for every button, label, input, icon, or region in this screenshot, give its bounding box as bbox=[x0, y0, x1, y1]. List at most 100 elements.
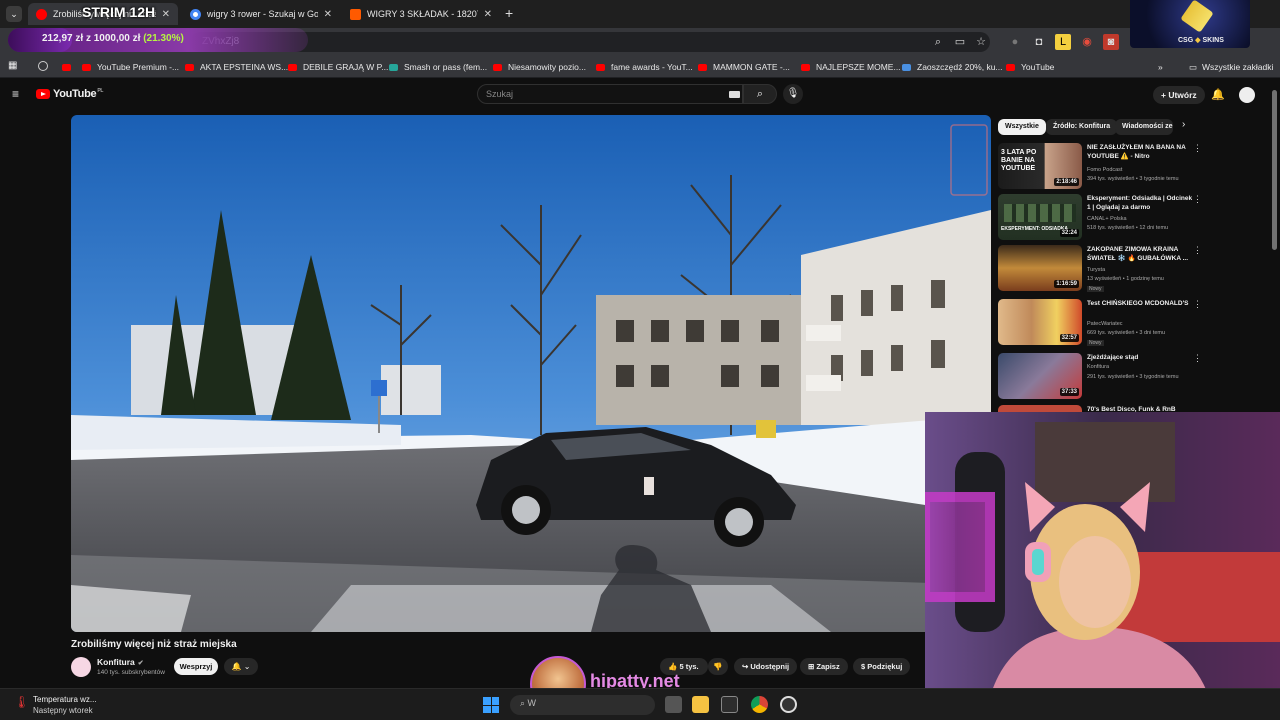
donation-percent: (21.30%) bbox=[143, 33, 184, 44]
bookmark-item[interactable]: YouTube Premium -... bbox=[82, 60, 179, 74]
video-duration: 32:24 bbox=[1059, 229, 1079, 237]
recommendation-meta: 13 wyświetleń • 1 godzinę temu bbox=[1087, 276, 1164, 282]
bookmark-label: AKTA EPSTEINA WS... bbox=[200, 62, 289, 72]
search-input[interactable]: Szukaj bbox=[477, 84, 743, 104]
windows-start-icon[interactable] bbox=[483, 697, 499, 713]
voice-search-button[interactable]: 🎙 bbox=[783, 84, 803, 104]
more-options-icon[interactable]: ⋮ bbox=[1193, 245, 1202, 256]
verified-icon: ✔ bbox=[137, 660, 144, 667]
all-bookmarks[interactable]: ▭ Wszystkie zakładki bbox=[1189, 60, 1273, 74]
close-tab-icon[interactable]: ✕ bbox=[484, 9, 492, 20]
close-tab-icon[interactable]: ✕ bbox=[324, 9, 332, 20]
file-explorer-icon[interactable] bbox=[692, 696, 709, 713]
recommendation-channel: PatecWariatec bbox=[1087, 321, 1123, 327]
youtube-favicon-icon bbox=[36, 8, 47, 20]
extension-icon[interactable]: ◉ bbox=[1079, 34, 1095, 50]
video-duration: 1:16:59 bbox=[1054, 280, 1079, 288]
bookmark-item[interactable]: Zaoszczędź 20%, ku... bbox=[902, 60, 1003, 74]
subscription-bell-button[interactable]: 🔔 ⌄ bbox=[224, 658, 258, 675]
more-options-icon[interactable]: ⋮ bbox=[1193, 194, 1202, 205]
more-options-icon[interactable]: ⋮ bbox=[1193, 353, 1202, 364]
site-icon bbox=[389, 63, 398, 71]
chip-news[interactable]: Wiadomości ze bbox=[1115, 119, 1173, 135]
bookmark-label: Smash or pass (fem... bbox=[404, 62, 488, 72]
bookmark-item[interactable]: fame awards - YouT... bbox=[596, 60, 693, 74]
extension-icon[interactable]: ◘ bbox=[1031, 34, 1047, 50]
weather-widget-subtitle[interactable]: Następny wtorek bbox=[33, 706, 93, 715]
create-button[interactable]: + Utwórz bbox=[1153, 86, 1205, 104]
thanks-button[interactable]: $ Podziękuj bbox=[853, 658, 911, 675]
youtube-icon bbox=[1006, 63, 1015, 71]
recommendation-item[interactable]: 3 LATA PO BANIE NA YOUTUBE 2:18:46 NIE ZAS… bbox=[998, 143, 1203, 193]
weather-widget-title[interactable]: Temperatura wz... bbox=[33, 695, 97, 704]
apps-grid-icon[interactable]: ▦ bbox=[8, 60, 20, 72]
close-tab-icon[interactable]: ✕ bbox=[162, 9, 170, 20]
share-button[interactable]: ↪ Udostępnij bbox=[734, 658, 798, 675]
site-icon[interactable] bbox=[38, 61, 48, 71]
keyboard-icon[interactable] bbox=[729, 91, 740, 98]
new-tab-button[interactable]: + bbox=[505, 5, 513, 21]
tab-google-search[interactable]: wigry 3 rower - Szukaj w Google ✕ bbox=[182, 3, 340, 25]
bookmark-item[interactable]: Niesamowity pozio... bbox=[493, 60, 586, 74]
tab-search-icon[interactable]: ⌄ bbox=[6, 6, 22, 22]
csg-label: CSG bbox=[1178, 37, 1194, 44]
bookmark-item[interactable]: DEBILE GRAJĄ W P... bbox=[288, 60, 388, 74]
dislike-button[interactable]: 👎 bbox=[708, 658, 728, 675]
recommendation-item[interactable]: 32:57 Test CHIŃSKIEGO MCDONALD'S PatecWa… bbox=[998, 299, 1203, 349]
save-button[interactable]: ⊞ Zapisz bbox=[800, 658, 848, 675]
thumbnail-caption: 3 LATA PO BANIE NA YOUTUBE bbox=[1001, 149, 1037, 172]
notifications-bell-icon[interactable]: 🔔 bbox=[1211, 88, 1225, 101]
extension-icon[interactable]: ◙ bbox=[1103, 34, 1119, 50]
recommendation-item[interactable]: 37:33 Zjeżdżające stąd Konfitura 291 tys… bbox=[998, 353, 1203, 403]
avatar[interactable] bbox=[1239, 87, 1255, 103]
subscriber-count: 140 tys. subskrybentów bbox=[97, 669, 165, 676]
chevron-right-icon[interactable]: › bbox=[1182, 119, 1185, 130]
chrome-icon[interactable] bbox=[751, 696, 768, 713]
search-button[interactable]: ⌕ bbox=[743, 84, 777, 104]
taskbar-search[interactable]: ⌕ W bbox=[510, 695, 655, 715]
save-label: Zapisz bbox=[816, 662, 840, 671]
menu-icon[interactable]: ≡ bbox=[12, 87, 19, 101]
bookmark-star-icon[interactable]: ☆ bbox=[973, 34, 989, 50]
bookmark-item[interactable]: YouTube bbox=[1006, 60, 1054, 74]
recommendation-channel: Konfitura bbox=[1087, 364, 1110, 370]
channel-name[interactable]: Konfitura ✔ bbox=[97, 657, 144, 667]
taskbar-search-text: W bbox=[527, 698, 537, 708]
google-favicon-icon bbox=[190, 8, 201, 20]
donation-current: 212,97 zł bbox=[42, 33, 84, 44]
scrollbar[interactable] bbox=[1272, 90, 1277, 250]
zoom-icon[interactable]: ⌕ bbox=[930, 34, 946, 50]
cast-icon[interactable]: ▭ bbox=[952, 34, 968, 50]
thumbnail: 3 LATA PO BANIE NA YOUTUBE 2:18:46 bbox=[998, 143, 1082, 189]
more-options-icon[interactable]: ⋮ bbox=[1193, 143, 1202, 154]
webcam-overlay bbox=[925, 412, 1280, 720]
address-bar[interactable]: ZVhxZj8 bbox=[190, 32, 990, 52]
bookmark-item[interactable] bbox=[62, 60, 77, 74]
chip-all[interactable]: Wszystkie bbox=[998, 119, 1046, 135]
task-view-icon[interactable] bbox=[665, 696, 682, 713]
recommendation-title: Zjeżdżające stąd bbox=[1087, 354, 1139, 361]
bookmark-item[interactable]: MAMMON GATE -... bbox=[698, 60, 790, 74]
extension-icon[interactable]: ● bbox=[1007, 34, 1023, 50]
site-icon bbox=[902, 63, 911, 71]
bookmark-item[interactable]: NAJLEPSZE MOME... bbox=[801, 60, 901, 74]
channel-avatar[interactable] bbox=[71, 657, 91, 677]
recommendation-item[interactable]: EKSPERYMENT: ODSIADKA 32:24 Eksperyment:… bbox=[998, 194, 1203, 244]
youtube-logo[interactable]: YouTube PL bbox=[36, 88, 103, 100]
more-options-icon[interactable]: ⋮ bbox=[1193, 299, 1202, 310]
recommendation-item[interactable]: 1:16:59 ZAKOPANE ZIMOWA KRAINA ŚWIATEŁ ❄… bbox=[998, 245, 1203, 295]
extension-icon[interactable]: L bbox=[1055, 34, 1071, 50]
support-button[interactable]: Wesprzyj bbox=[174, 658, 218, 675]
tab-allegro[interactable]: WIGRY 3 SKŁADAK - 18207453 ✕ bbox=[342, 3, 500, 25]
donation-text: 212,97 zł z 1000,00 zł (21.30%) bbox=[42, 33, 184, 44]
folder-icon: ▭ bbox=[1189, 61, 1198, 72]
chip-source[interactable]: Źródło: Konfitura bbox=[1046, 119, 1118, 135]
bookmarks-overflow-icon[interactable]: » bbox=[1158, 60, 1163, 74]
store-icon[interactable] bbox=[721, 696, 738, 713]
obs-icon[interactable] bbox=[780, 696, 797, 713]
bookmark-item[interactable]: Smash or pass (fem... bbox=[389, 60, 487, 74]
bookmark-label: fame awards - YouT... bbox=[611, 62, 693, 72]
thumbs-down-icon: 👎 bbox=[713, 662, 723, 671]
bookmark-item[interactable]: AKTA EPSTEINA WS... bbox=[185, 60, 288, 74]
video-player[interactable] bbox=[71, 115, 991, 632]
